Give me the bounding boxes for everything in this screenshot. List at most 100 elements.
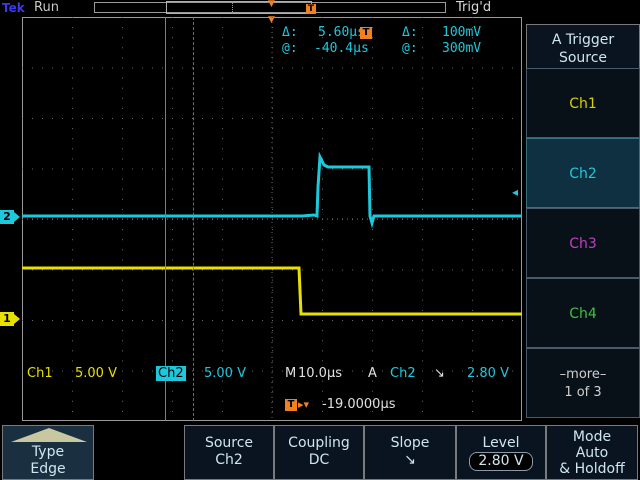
mode-holdoff-button[interactable]: Mode Auto & Holdoff	[546, 425, 638, 480]
type-button[interactable]: Type Edge	[2, 425, 94, 480]
grid-dot	[272, 320, 273, 321]
slope-button[interactable]: Slope ↘	[364, 425, 456, 480]
grid-dot	[272, 168, 273, 170]
ch2-ground-marker[interactable]: 2	[0, 210, 20, 224]
grid-dot	[172, 249, 173, 251]
grid-dot	[372, 330, 373, 332]
grid-dot	[212, 118, 213, 119]
grid-dot	[322, 309, 323, 311]
level-button[interactable]: Level 2.80 V	[456, 425, 546, 480]
grid-dot	[322, 128, 323, 130]
grid-dot	[462, 269, 463, 271]
grid-dot	[122, 97, 123, 99]
grid-dot	[272, 178, 273, 180]
grid-dot	[422, 330, 423, 332]
grid-dot	[222, 77, 223, 79]
grid-dot	[322, 350, 323, 352]
grid-dot	[442, 67, 443, 69]
grid-dot	[302, 118, 303, 119]
grid-dot	[202, 370, 203, 372]
grid-dot	[252, 168, 253, 170]
grid-dot	[382, 67, 383, 69]
source-option-ch3[interactable]: Ch3	[526, 208, 640, 278]
grid-dot	[72, 138, 73, 140]
ch2-label: Ch2	[156, 366, 186, 381]
grid-dot	[72, 37, 73, 39]
grid-dot	[242, 67, 243, 69]
grid-dot	[172, 188, 173, 190]
grid-dot	[172, 279, 173, 281]
grid-dot	[242, 168, 243, 170]
grid-dot	[372, 47, 373, 49]
grid-dot	[122, 259, 123, 261]
grid-dot	[272, 259, 273, 261]
grid-dot	[272, 128, 273, 130]
grid-dot	[482, 168, 483, 170]
grid-dot	[392, 269, 393, 271]
grid-dot	[322, 360, 323, 362]
grid-dot	[32, 168, 33, 170]
grid-dot	[272, 239, 273, 241]
grid-dot	[322, 259, 323, 261]
time-cursor-a[interactable]	[165, 17, 166, 421]
grid-dot	[282, 320, 283, 321]
grid-dot	[222, 390, 223, 392]
grid-dot	[422, 57, 423, 59]
grid-dot	[322, 289, 323, 291]
cursor-at-time: -40.4µs	[314, 41, 369, 56]
grid-dot	[172, 57, 173, 59]
coupling-button[interactable]: Coupling DC	[274, 425, 364, 480]
grid-dot	[322, 299, 323, 301]
source-option-ch1[interactable]: Ch1	[526, 68, 640, 138]
grid-dot	[302, 269, 303, 271]
grid-dot	[322, 97, 323, 99]
grid-dot	[142, 320, 143, 321]
cursor-at-volt: 300mV	[442, 41, 482, 56]
source-button[interactable]: Source Ch2	[184, 425, 274, 480]
grid-dot	[312, 320, 313, 321]
grid-dot	[92, 67, 93, 69]
grid-dot	[312, 118, 313, 119]
source-option-ch4[interactable]: Ch4	[526, 278, 640, 348]
grid-dot	[122, 289, 123, 291]
grid-dot	[382, 320, 383, 321]
grid-dot	[422, 360, 423, 362]
trigger-position-top-arrow: ▼	[268, 0, 275, 9]
ch1-scale: 5.00 V	[75, 366, 117, 381]
grid-dot	[122, 178, 123, 180]
grid-dot	[112, 269, 113, 271]
grid-dot	[512, 118, 513, 119]
time-cursor-b[interactable]	[193, 17, 194, 421]
grid-dot	[372, 118, 373, 119]
grid-dot	[182, 269, 183, 271]
source-option-ch1-label: Ch1	[569, 96, 597, 112]
grid-dot	[392, 320, 393, 321]
grid-dot	[42, 67, 43, 69]
grid-dot	[222, 208, 223, 210]
grid-dot	[122, 410, 123, 412]
timebase: 10.0µs	[298, 366, 342, 381]
more-options-button[interactable]: –more– 1 of 3	[526, 348, 640, 418]
grid-dot	[222, 239, 223, 241]
grid-dot	[262, 370, 263, 372]
grid-dot	[432, 370, 433, 372]
grid-dot	[222, 57, 223, 59]
grid-dot	[122, 57, 123, 59]
grid-dot	[482, 118, 483, 119]
grid-dot	[462, 370, 463, 372]
grid-dot	[152, 320, 153, 321]
grid-dot	[62, 370, 63, 372]
grid-dot	[122, 188, 123, 190]
grid-dot	[272, 410, 273, 412]
ch1-ground-marker[interactable]: 1	[0, 312, 20, 326]
grid-dot	[492, 118, 493, 119]
grid-dot	[272, 340, 273, 342]
grid-dot	[422, 17, 423, 18]
source-option-ch2[interactable]: Ch2	[526, 138, 640, 208]
grid-dot	[452, 168, 453, 170]
grid-dot	[512, 320, 513, 321]
grid-dot	[462, 118, 463, 119]
grid-dot	[312, 67, 313, 69]
grid-dot	[422, 128, 423, 130]
type-value: Edge	[30, 461, 66, 477]
